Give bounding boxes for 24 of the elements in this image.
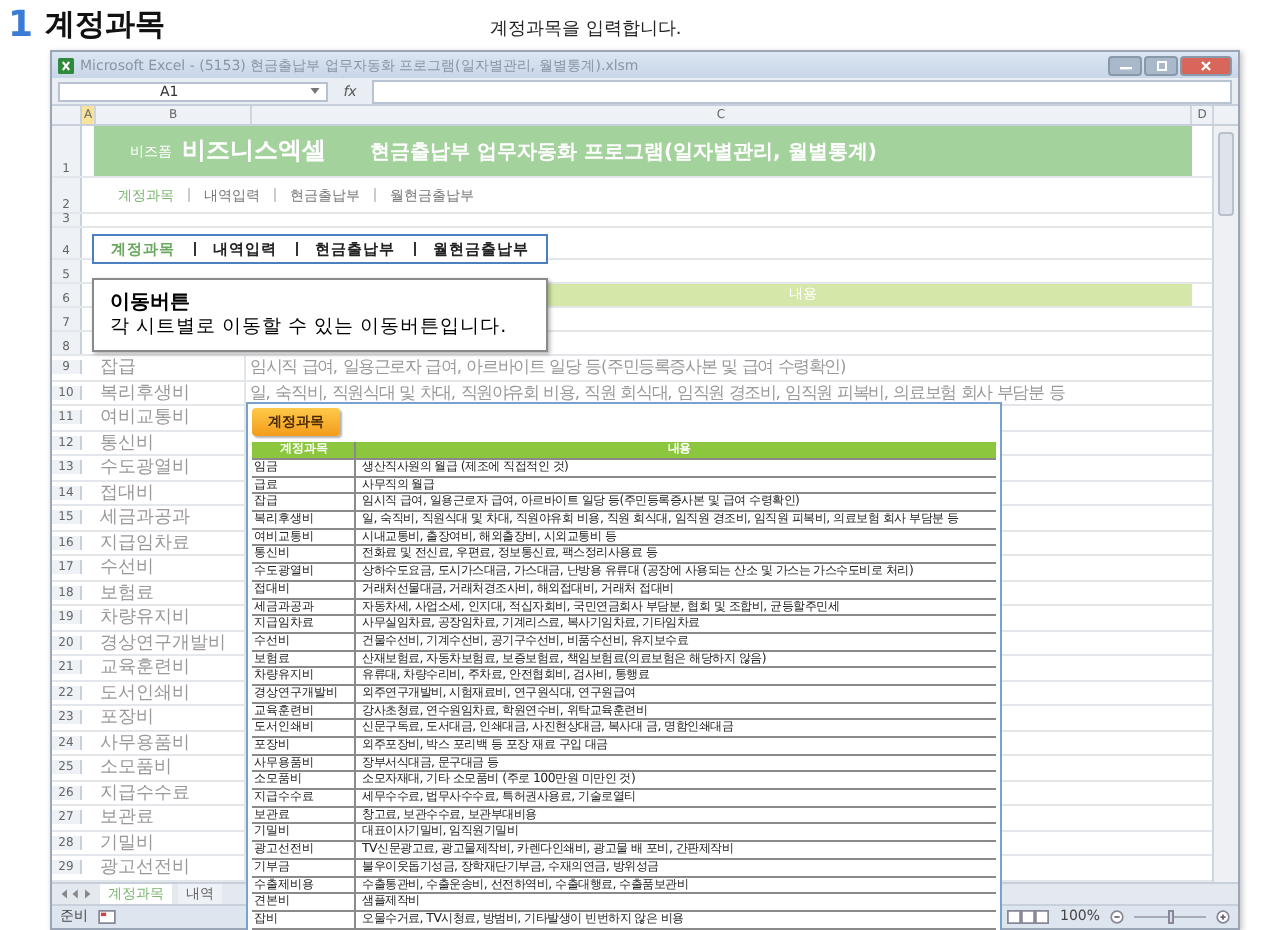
scrollbar[interactable] xyxy=(1212,126,1238,881)
table-cell: 잡급 xyxy=(94,354,246,381)
step-number: 1 xyxy=(8,3,34,45)
table-cell-text: 임시직 급여, 일용근로자 급여, 아르바이트 일당 등(주민등록증사본 및 급여 수령확인) xyxy=(248,356,847,379)
brand-name: 비즈니스엑셀 xyxy=(182,134,326,168)
tooltip-text: 각 시트별로 이동할 수 있는 이동버튼입니다. xyxy=(110,315,509,339)
table-cell-text: 일, 숙직비, 직원식대 및 차대, 직원야유회 비용, 직원 회식대, 임직원 경조비, 임직원 피복비, 의료보험 회사 부담분 등 xyxy=(248,381,1065,404)
formula-input[interactable] xyxy=(372,79,1232,103)
close-icon xyxy=(1196,59,1216,71)
program-title: 현금출납부 업무자동화 프로그램(일자별관리, 월별통계) xyxy=(370,139,877,165)
maximize-icon xyxy=(1151,59,1171,71)
record-macro-icon[interactable] xyxy=(98,909,116,923)
caption: 계정과목을 입력합니다. xyxy=(490,18,682,42)
caret-icon xyxy=(310,88,320,94)
zoom-out-icon[interactable] xyxy=(1110,909,1124,923)
close-button[interactable] xyxy=(1180,55,1232,75)
spreadsheet-app-icon xyxy=(58,57,74,73)
slider-thumb[interactable] xyxy=(1167,909,1173,923)
zoom-in-icon[interactable] xyxy=(1216,909,1230,923)
maximize-button[interactable] xyxy=(1144,55,1178,75)
sheet-navigation-arrows-icon[interactable] xyxy=(58,887,94,899)
section-title: 계정과목 xyxy=(45,5,166,43)
minimize-button[interactable] xyxy=(1108,55,1142,75)
view-mode-icon[interactable] xyxy=(1005,909,1050,923)
